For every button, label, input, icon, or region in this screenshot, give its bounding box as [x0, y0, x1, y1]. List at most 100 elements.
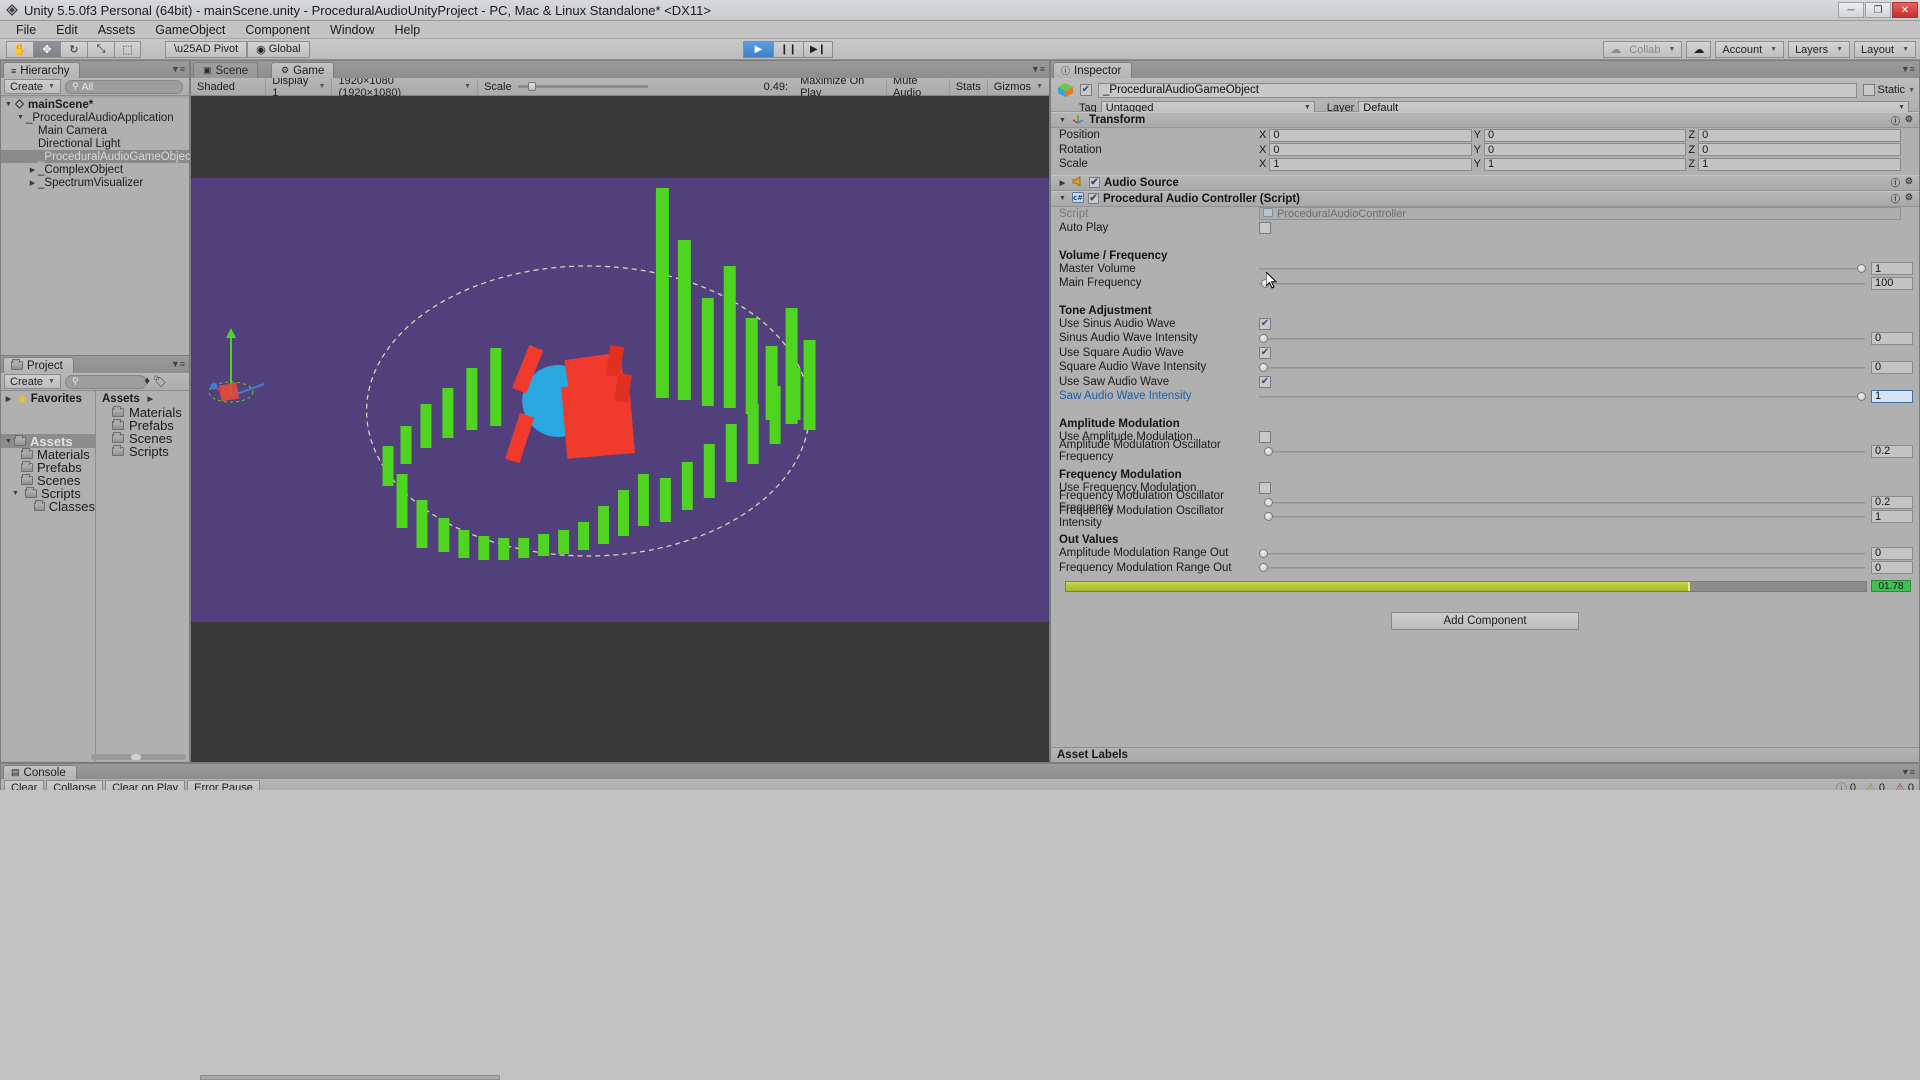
sinus-intensity-value[interactable]: 0 [1871, 332, 1913, 345]
menu-item-assets[interactable]: Assets [88, 21, 146, 39]
gear-icon[interactable]: ⚙ [1905, 176, 1913, 189]
rotation-y-input[interactable]: 0 [1484, 143, 1686, 156]
console-menu-icon[interactable]: ▼≡ [1901, 767, 1915, 777]
layout-button[interactable]: Layout ▼ [1854, 41, 1916, 58]
amplitude-osc-frequency-slider[interactable] [1264, 445, 1865, 458]
saw-intensity-value[interactable]: 1 [1871, 390, 1913, 403]
gizmos-dropdown[interactable]: Gizmos ▼ [988, 79, 1049, 95]
help-icon[interactable]: ⓘ [1891, 176, 1900, 189]
hierarchy-item-proceduralaudioapplication[interactable]: _ProceduralAudioApplication [1, 111, 189, 124]
hierarchy-item-mainscene[interactable]: mainScene* [1, 98, 189, 111]
rotation-x-input[interactable]: 0 [1269, 143, 1471, 156]
move-tool-icon[interactable]: ✥ [33, 41, 60, 58]
script-object-field[interactable]: ProceduralAudioController [1259, 207, 1901, 220]
frequency-osc-frequency-slider[interactable] [1264, 496, 1865, 509]
game-menu-icon[interactable]: ▼≡ [1031, 64, 1045, 74]
project-horizontal-scrollbar[interactable] [91, 754, 186, 760]
auto-play-checkbox[interactable] [1259, 222, 1271, 234]
amplitude-osc-frequency-value[interactable]: 0.2 [1871, 445, 1913, 458]
menu-item-help[interactable]: Help [384, 21, 430, 39]
collab-button[interactable]: ☁ Collab ▼ [1603, 41, 1682, 58]
project-scrollbar-thumb[interactable] [131, 754, 141, 760]
chevron-down-icon[interactable] [3, 438, 14, 445]
chevron-right-icon[interactable] [27, 166, 38, 174]
use-saw-wave-checkbox[interactable] [1259, 376, 1271, 388]
tab-inspector[interactable]: ⓘ Inspector [1053, 62, 1132, 78]
scale-slider-knob[interactable] [528, 82, 536, 91]
layers-button[interactable]: Layers ▼ [1788, 41, 1850, 58]
rotation-z-input[interactable]: 0 [1698, 143, 1901, 156]
game-view[interactable] [191, 96, 1049, 762]
saw-intensity-slider[interactable] [1259, 390, 1865, 403]
global-toggle[interactable]: ◉ Global [247, 41, 309, 58]
maximize-on-play-toggle[interactable]: Maximize On Play [794, 79, 887, 95]
master-volume-slider[interactable] [1259, 262, 1865, 275]
sinus-intensity-slider[interactable] [1259, 332, 1865, 345]
gameobject-active-checkbox[interactable] [1080, 84, 1092, 96]
minimize-button[interactable]: ─ [1838, 2, 1864, 18]
rotate-tool-icon[interactable]: ↻ [60, 41, 87, 58]
chevron-down-icon[interactable] [1057, 117, 1068, 124]
tab-game[interactable]: ⚙ Game [271, 62, 334, 78]
close-button[interactable]: ✕ [1892, 2, 1918, 18]
filter-by-label-icon[interactable]: 🏷 [153, 375, 167, 388]
help-icon[interactable]: ⓘ [1891, 192, 1900, 205]
main-frequency-value[interactable]: 100 [1871, 277, 1913, 290]
chevron-down-icon[interactable] [3, 101, 14, 108]
position-y-input[interactable]: 0 [1484, 129, 1686, 142]
taskbar-window-strip[interactable] [200, 1075, 500, 1080]
menu-item-gameobject[interactable]: GameObject [145, 21, 235, 39]
tab-project[interactable]: Project [3, 357, 74, 373]
master-volume-value[interactable]: 1 [1871, 262, 1913, 275]
shaded-dropdown[interactable]: Shaded [191, 79, 266, 95]
maximize-button[interactable]: ❐ [1865, 2, 1891, 18]
account-button[interactable]: Account ▼ [1715, 41, 1784, 58]
audio-source-enabled-checkbox[interactable] [1089, 177, 1100, 188]
chevron-down-icon[interactable] [10, 490, 21, 497]
add-component-button[interactable]: Add Component [1391, 612, 1579, 630]
asset-labels-footer[interactable]: Asset Labels [1051, 747, 1919, 762]
scale-slider[interactable] [518, 85, 648, 88]
frequency-osc-frequency-value[interactable]: 0.2 [1871, 496, 1913, 509]
gameobject-name-input[interactable]: _ProceduralAudioGameObject [1098, 83, 1857, 98]
frequency-range-out-value[interactable]: 0 [1871, 561, 1913, 574]
hierarchy-search-input[interactable]: ⚲ All [65, 80, 183, 94]
pause-button[interactable]: ❙❙ [773, 41, 803, 58]
position-z-input[interactable]: 0 [1698, 129, 1901, 142]
chevron-right-icon[interactable] [1057, 179, 1068, 187]
hierarchy-item-directional-light[interactable]: Directional Light [1, 137, 189, 150]
scale-tool-icon[interactable]: ⤡ [87, 41, 114, 58]
static-checkbox[interactable] [1863, 84, 1875, 96]
scale-z-input[interactable]: 1 [1698, 158, 1901, 171]
pivot-toggle[interactable]: \u25AD Pivot [165, 41, 247, 58]
frequency-range-out-slider[interactable] [1259, 561, 1865, 574]
tab-console[interactable]: ▤ Console [3, 765, 77, 779]
project-asset-item-scripts[interactable]: Scripts [96, 445, 189, 458]
step-button[interactable]: ▶❙ [803, 41, 833, 58]
filter-by-type-icon[interactable]: ♦ [144, 375, 150, 388]
play-button[interactable]: ▶ [743, 41, 773, 58]
menu-item-file[interactable]: File [6, 21, 46, 39]
static-toggle[interactable]: Static ▼ [1863, 84, 1915, 96]
inspector-menu-icon[interactable]: ▼≡ [1901, 64, 1915, 74]
frequency-osc-intensity-slider[interactable] [1264, 510, 1865, 523]
display-dropdown[interactable]: Display 1 ▼ [266, 79, 332, 95]
hierarchy-create-button[interactable]: Create ▼ [4, 79, 61, 94]
tab-scene[interactable]: ▣ Scene [193, 62, 258, 78]
position-x-input[interactable]: 0 [1269, 129, 1471, 142]
mute-audio-toggle[interactable]: Mute Audio [887, 79, 950, 95]
menu-item-edit[interactable]: Edit [46, 21, 88, 39]
script-component-header[interactable]: c# Procedural Audio Controller (Script) … [1051, 191, 1919, 207]
transform-header[interactable]: Transform ⓘ ⚙ [1051, 112, 1919, 128]
amplitude-range-out-value[interactable]: 0 [1871, 547, 1913, 560]
project-menu-icon[interactable]: ▼≡ [171, 359, 185, 369]
stats-toggle[interactable]: Stats [950, 79, 988, 95]
project-tree-item-assets[interactable]: Assets [1, 434, 95, 448]
favorites-header[interactable]: ★ Favorites [1, 391, 95, 406]
amplitude-range-out-slider[interactable] [1259, 547, 1865, 560]
menu-item-component[interactable]: Component [235, 21, 320, 39]
scale-x-input[interactable]: 1 [1269, 158, 1471, 171]
chevron-down-icon[interactable] [1057, 195, 1068, 202]
hierarchy-item-main-camera[interactable]: Main Camera [1, 124, 189, 137]
project-create-button[interactable]: Create ▼ [4, 374, 61, 389]
